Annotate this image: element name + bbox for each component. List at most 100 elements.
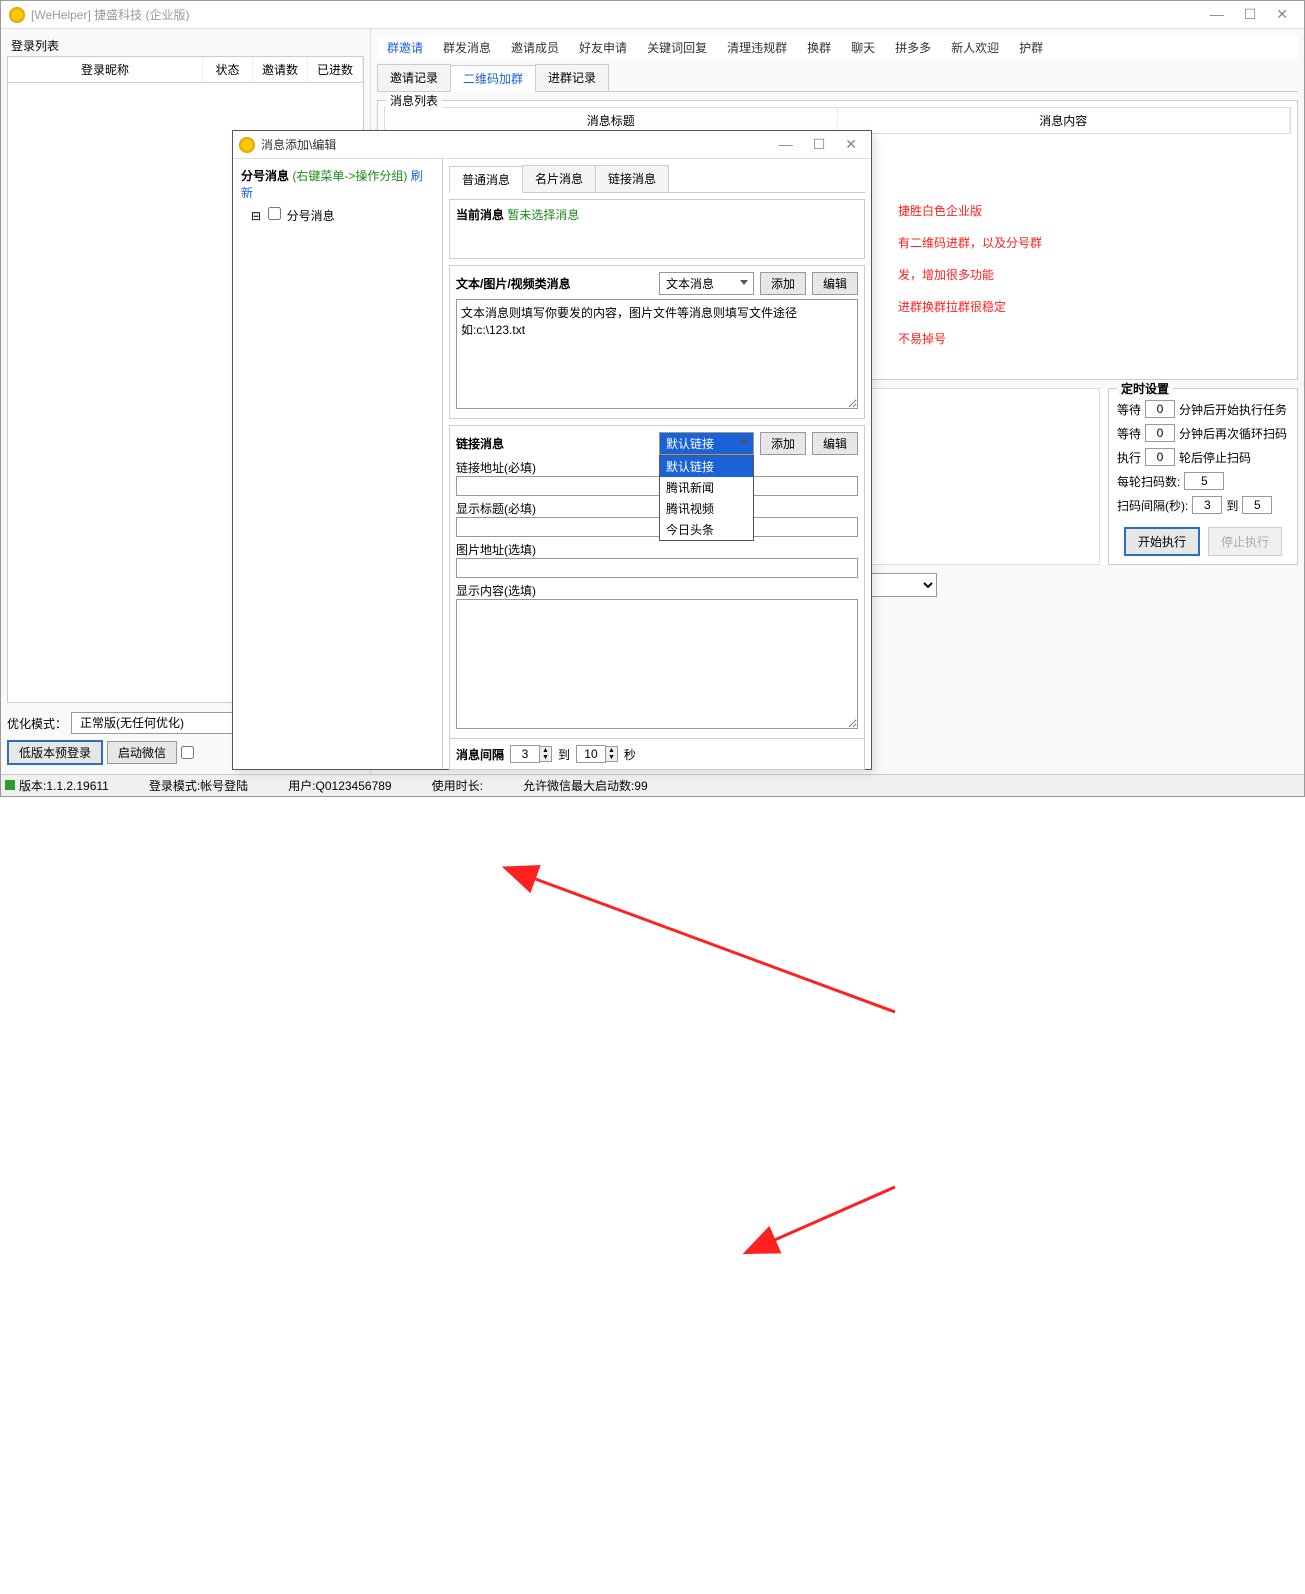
text-image-edit-button[interactable]: 编辑 xyxy=(812,272,858,295)
tab-pdd[interactable]: 拼多多 xyxy=(885,35,941,60)
link-option-toutiao[interactable]: 今日头条 xyxy=(660,519,753,540)
status-indicator-icon xyxy=(5,780,15,790)
modal-tab-link[interactable]: 链接消息 xyxy=(595,165,669,192)
app-icon xyxy=(9,7,25,23)
link-type-dropdown-list: 默认链接 腾讯新闻 腾讯视频 今日头条 xyxy=(659,455,754,541)
modal-tab-plain[interactable]: 普通消息 xyxy=(449,166,523,193)
current-message-section: 当前消息 暂未选择消息 xyxy=(449,199,865,259)
interval-max-input[interactable] xyxy=(576,745,606,763)
text-image-label: 文本/图片/视频类消息 xyxy=(456,275,571,292)
maximize-button[interactable]: ☐ xyxy=(1244,6,1257,23)
main-titlebar: [WeHelper] 捷盛科技 (企业版) — ☐ ✕ xyxy=(1,1,1304,29)
spin-up-icon[interactable]: ▲ xyxy=(540,747,551,754)
link-message-label: 链接消息 xyxy=(456,435,504,452)
modal-app-icon xyxy=(239,137,255,153)
show-content-label: 显示内容(选填) xyxy=(456,582,858,599)
tab-mass-message[interactable]: 群发消息 xyxy=(433,35,501,60)
wait-before-start-input[interactable] xyxy=(1145,400,1175,418)
link-option-tencent-video[interactable]: 腾讯视频 xyxy=(660,498,753,519)
tab-clean-group[interactable]: 清理违规群 xyxy=(717,35,797,60)
img-addr-input[interactable] xyxy=(456,558,858,578)
sub-tabs: 邀请记录 二维码加群 进群记录 xyxy=(377,64,1298,92)
opt-mode-label: 优化模式： xyxy=(7,715,67,732)
sb-version: 版本:1.1.2.19611 xyxy=(19,779,109,793)
tab-swap-group[interactable]: 换群 xyxy=(797,35,841,60)
timer-settings-box: 定时设置 等待 分钟后开始执行任务 等待 分钟后再次循环扫码 执行 xyxy=(1108,388,1298,565)
col-invites: 邀请数 xyxy=(253,57,308,82)
modal-tab-card[interactable]: 名片消息 xyxy=(522,165,596,192)
link-option-default[interactable]: 默认链接 xyxy=(660,456,753,477)
scans-per-round-input[interactable] xyxy=(1184,472,1224,490)
col-nick: 登录昵称 xyxy=(8,57,203,82)
col-joined: 已进数 xyxy=(308,57,363,82)
interval-min-input[interactable] xyxy=(510,745,540,763)
tab-keyword-reply[interactable]: 关键词回复 xyxy=(637,35,717,60)
sb-user: 用户:Q0123456789 xyxy=(288,777,391,794)
scan-gap-max-input[interactable] xyxy=(1242,496,1272,514)
col-msg-content: 消息内容 xyxy=(838,108,1291,133)
message-list-label: 消息列表 xyxy=(386,92,442,109)
modal-close-button[interactable]: ✕ xyxy=(845,136,857,153)
tab-invite-members[interactable]: 邀请成员 xyxy=(501,35,569,60)
spin-down-icon[interactable]: ▼ xyxy=(606,754,617,761)
link-addr-input[interactable] xyxy=(456,476,858,496)
link-add-button[interactable]: 添加 xyxy=(760,432,806,455)
subtab-qrcode-join[interactable]: 二维码加群 xyxy=(450,65,536,92)
img-addr-label: 图片地址(选填) xyxy=(456,541,858,558)
modal-title: 消息添加\编辑 xyxy=(261,136,336,153)
subtab-join-record[interactable]: 进群记录 xyxy=(535,64,609,91)
text-image-add-button[interactable]: 添加 xyxy=(760,272,806,295)
interval-row: 消息间隔 ▲▼ 到 ▲▼ 秒 xyxy=(449,739,865,770)
spin-up-icon[interactable]: ▲ xyxy=(606,747,617,754)
modal-maximize-button[interactable]: ☐ xyxy=(813,136,826,153)
close-button[interactable]: ✕ xyxy=(1276,6,1288,23)
tab-protect[interactable]: 护群 xyxy=(1009,35,1053,60)
sb-max: 允许微信最大启动数:99 xyxy=(523,777,648,794)
current-message-status: 暂未选择消息 xyxy=(507,208,579,222)
scan-gap-min-input[interactable] xyxy=(1192,496,1222,514)
col-status: 状态 xyxy=(203,57,253,82)
link-option-tencent-news[interactable]: 腾讯新闻 xyxy=(660,477,753,498)
modal-tabs: 普通消息 名片消息 链接消息 xyxy=(449,165,865,193)
subtab-invite-record[interactable]: 邀请记录 xyxy=(377,64,451,91)
sb-mode: 登录模式:帐号登陆 xyxy=(149,777,248,794)
spin-down-icon[interactable]: ▼ xyxy=(540,754,551,761)
tab-group-invite[interactable]: 群邀请 xyxy=(377,35,433,60)
statusbar: 版本:1.1.2.19611 登录模式:帐号登陆 用户:Q0123456789 … xyxy=(1,774,1304,796)
low-version-login-button[interactable]: 低版本预登录 xyxy=(7,740,103,765)
exec-rounds-input[interactable] xyxy=(1145,448,1175,466)
wait-loop-input[interactable] xyxy=(1145,424,1175,442)
tab-chat[interactable]: 聊天 xyxy=(841,35,885,60)
link-message-section: 链接消息 默认链接 默认链接 腾讯新闻 腾讯视频 今日头条 添加 编辑 xyxy=(449,425,865,739)
text-image-textarea[interactable]: 文本消息则填写你要发的内容，图片文件等消息则填写文件途径如:c:\123.txt xyxy=(456,299,858,409)
main-tabs: 群邀请 群发消息 邀请成员 好友申请 关键词回复 清理违规群 换群 聊天 拼多多… xyxy=(377,35,1298,60)
show-title-label: 显示标题(必填) xyxy=(456,500,858,517)
tab-friend-request[interactable]: 好友申请 xyxy=(569,35,637,60)
tree-item-submessage[interactable]: ⊟ 分号消息 xyxy=(239,203,436,226)
modal-minimize-button[interactable]: — xyxy=(779,136,793,153)
tree-item-checkbox[interactable] xyxy=(268,207,281,220)
start-wechat-button[interactable]: 启动微信 xyxy=(107,741,177,764)
modal-left-panel: 分号消息 (右键菜单->操作分组) 刷新 ⊟ 分号消息 xyxy=(233,159,443,769)
minimize-button[interactable]: — xyxy=(1210,6,1224,23)
start-exec-button[interactable]: 开始执行 xyxy=(1124,527,1200,556)
stop-exec-button[interactable]: 停止执行 xyxy=(1208,527,1282,556)
modal-right-panel: 普通消息 名片消息 链接消息 当前消息 暂未选择消息 文本/图片/视频类消息 文… xyxy=(443,159,871,769)
link-edit-button[interactable]: 编辑 xyxy=(812,432,858,455)
tab-welcome[interactable]: 新人欢迎 xyxy=(941,35,1009,60)
modal-left-head-hint: (右键菜单->操作分组) xyxy=(292,169,407,183)
modal-titlebar: 消息添加\编辑 — ☐ ✕ xyxy=(233,131,871,159)
login-list-header: 登录昵称 状态 邀请数 已进数 xyxy=(7,56,364,83)
show-content-textarea[interactable] xyxy=(456,599,858,729)
window-title: [WeHelper] 捷盛科技 (企业版) xyxy=(31,6,189,23)
annotation-arrows xyxy=(0,797,1305,1594)
link-type-select[interactable]: 默认链接 xyxy=(659,432,754,455)
unknown-checkbox[interactable] xyxy=(181,746,194,759)
text-image-type-select[interactable]: 文本消息 xyxy=(659,272,754,295)
current-message-label: 当前消息 xyxy=(456,208,504,222)
interval-label: 消息间隔 xyxy=(456,746,504,763)
show-title-input[interactable] xyxy=(456,517,858,537)
link-addr-label: 链接地址(必填) xyxy=(456,459,858,476)
login-list-label: 登录列表 xyxy=(7,35,364,56)
modal-left-head-bold: 分号消息 xyxy=(241,169,289,183)
